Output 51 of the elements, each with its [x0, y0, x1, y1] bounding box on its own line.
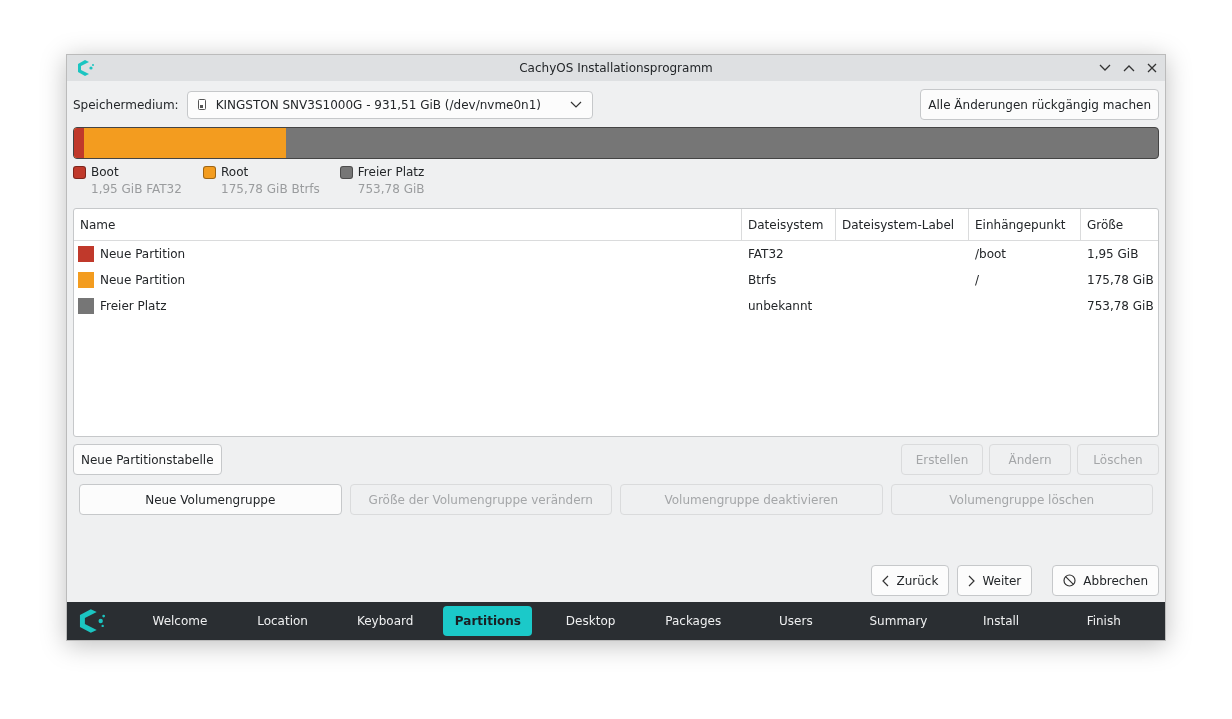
legend-name: Boot [91, 165, 119, 179]
column-header[interactable]: Einhängepunkt [969, 209, 1081, 240]
table-cell: Freier Platz [100, 299, 167, 313]
column-header[interactable]: Dateisystem [742, 209, 836, 240]
close-icon[interactable] [1147, 63, 1157, 73]
step-tab[interactable]: Finish [1052, 606, 1156, 636]
step-tab[interactable]: Install [949, 606, 1053, 636]
step-tab[interactable]: Partitions [443, 606, 533, 636]
chevron-right-icon [968, 574, 976, 587]
table-cell: Btrfs [748, 273, 777, 287]
volume-group-button[interactable]: Neue Volumengruppe [79, 484, 342, 515]
device-label: Speichermedium: [73, 97, 179, 112]
table-cell: / [975, 273, 980, 287]
table-cell: 753,78 GiB [1087, 299, 1154, 313]
table-cell: 175,78 GiB [1087, 273, 1154, 287]
legend-name: Root [221, 165, 249, 179]
device-dropdown[interactable]: KINGSTON SNV3S1000G - 931,51 GiB (/dev/nvme0n1) [186, 90, 593, 119]
step-tab[interactable]: Users [744, 606, 848, 636]
window-title: CachyOS Installationsprogramm [519, 61, 713, 75]
next-button[interactable]: Weiter [957, 565, 1033, 596]
legend-name: Freier Platz [357, 165, 425, 179]
step-tab[interactable]: Welcome [128, 606, 232, 636]
maximize-icon[interactable] [1123, 64, 1135, 72]
cancel-icon [1063, 574, 1077, 587]
cancel-button[interactable]: Abbrechen [1052, 565, 1159, 596]
logo-icon [75, 59, 95, 77]
back-button[interactable]: Zurück [871, 565, 950, 596]
legend-detail: 753,78 GiB [356, 182, 426, 196]
step-tab[interactable]: Location [231, 606, 334, 636]
chevron-left-icon [882, 574, 890, 587]
table-cell: FAT32 [748, 247, 784, 261]
table-cell: 1,95 GiB [1087, 247, 1139, 261]
step-tab[interactable]: Summary [847, 606, 950, 636]
partition-button[interactable]: Neue Partitionstabelle [73, 444, 222, 475]
step-tab[interactable]: Desktop [539, 606, 642, 636]
column-header[interactable]: Name [74, 209, 742, 240]
drive-icon [197, 99, 206, 110]
minimize-icon[interactable] [1099, 64, 1111, 72]
table-cell: Neue Partition [100, 273, 186, 287]
step-tab[interactable]: Keyboard [333, 606, 437, 636]
legend-detail: 1,95 GiB FAT32 [90, 182, 183, 196]
legend-detail: 175,78 GiB Btrfs [220, 182, 320, 196]
column-header[interactable]: Größe [1081, 209, 1158, 240]
table-cell: unbekannt [748, 299, 813, 313]
step-tab[interactable]: Packages [641, 606, 745, 636]
table-cell: Neue Partition [100, 247, 186, 261]
table-cell: /boot [975, 247, 1007, 261]
logo-icon [77, 608, 107, 634]
column-header[interactable]: Dateisystem-Label [836, 209, 969, 240]
revert-button[interactable]: Alle Änderungen rückgängig machen [920, 89, 1159, 120]
chevron-down-icon [569, 101, 582, 108]
